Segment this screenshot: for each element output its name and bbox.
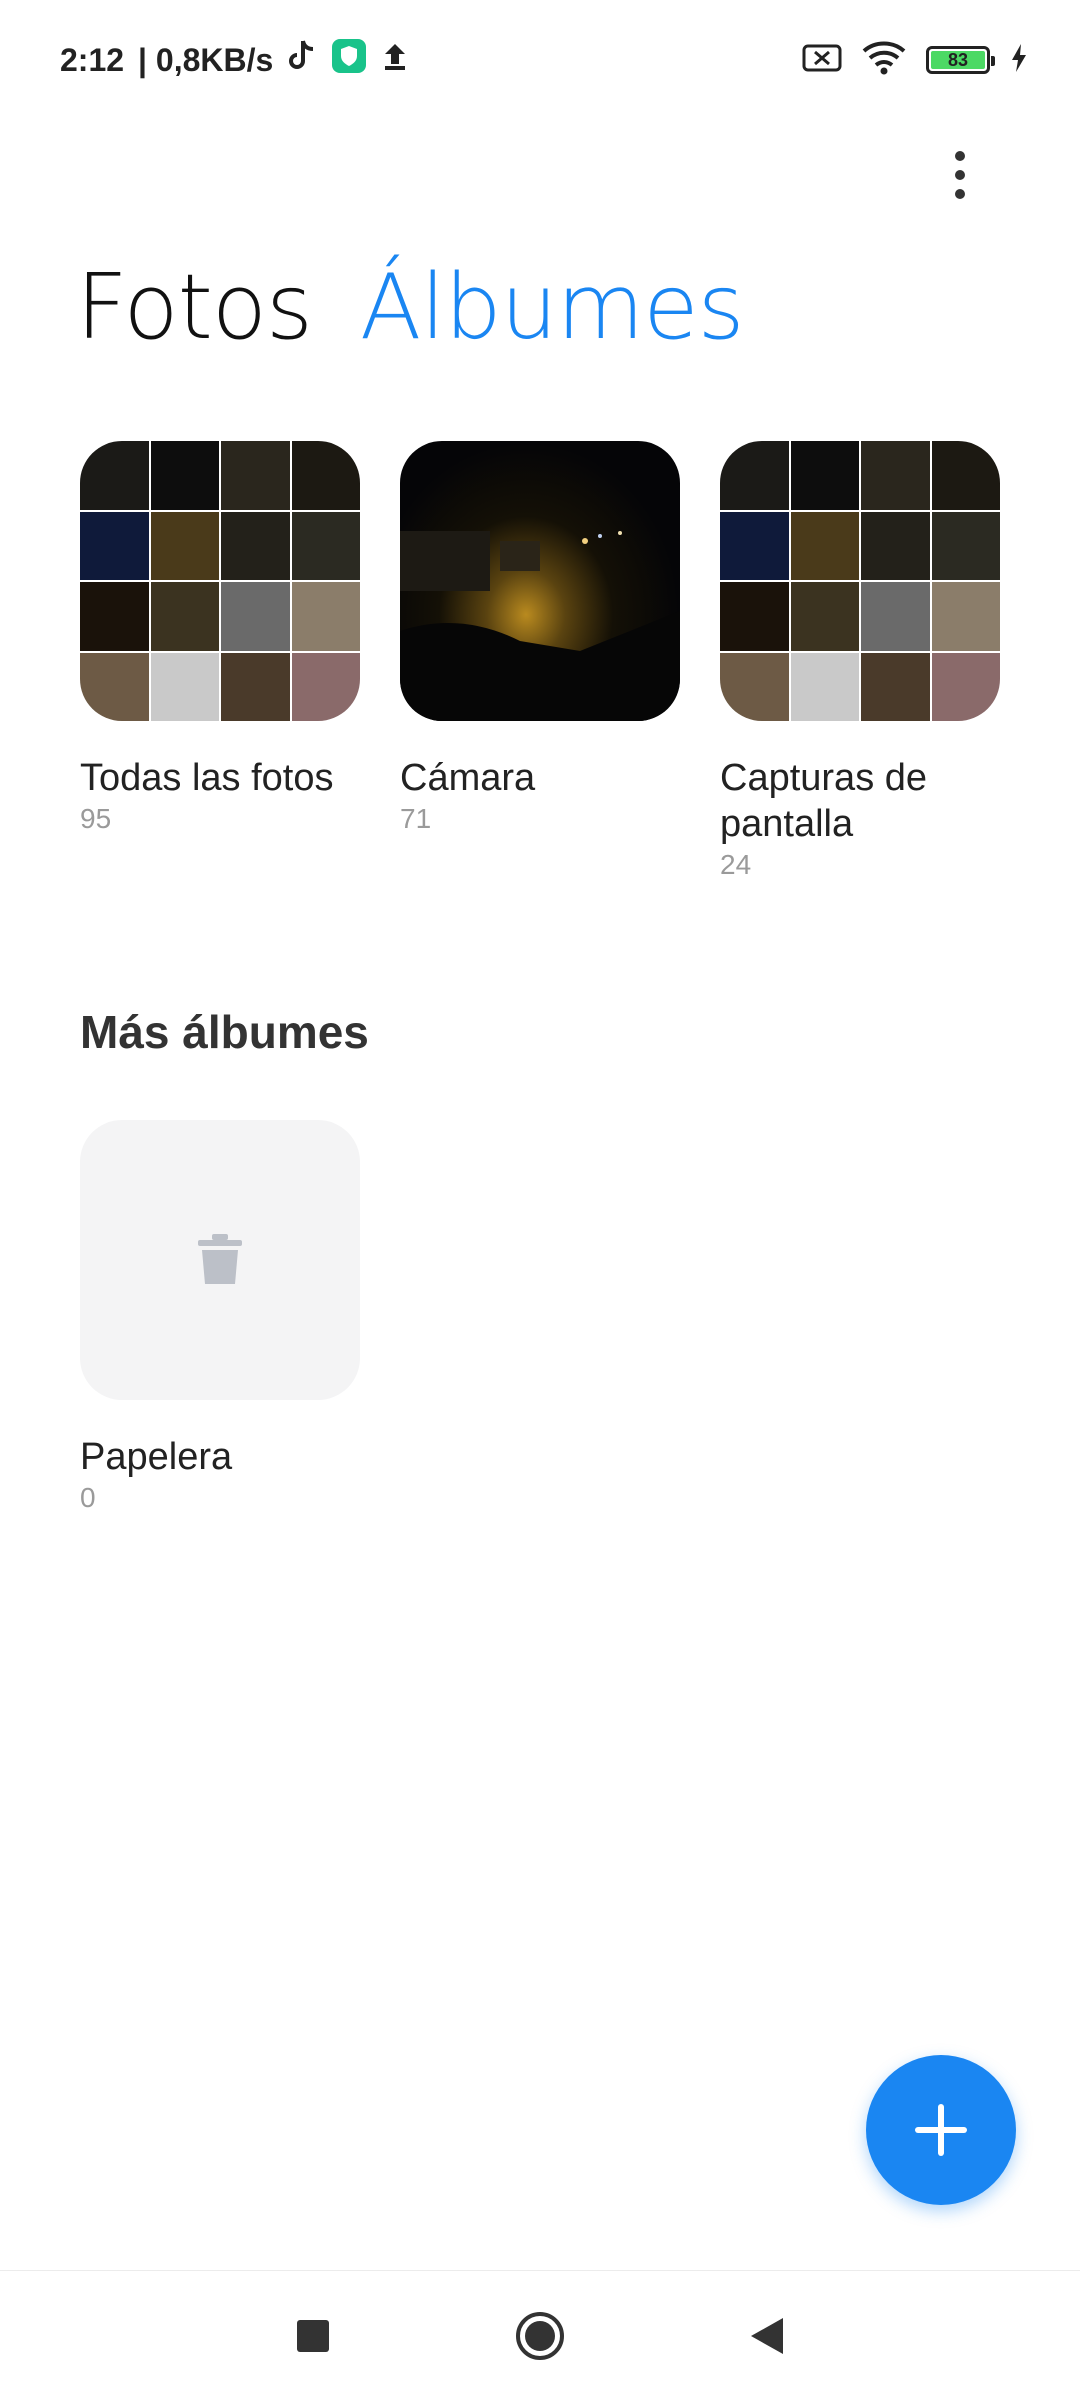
back-button[interactable]	[727, 2296, 807, 2376]
album-grid: Todas las fotos 95 Cámara 71 Capturas de…	[80, 441, 1000, 881]
album-thumbnail	[720, 441, 1000, 721]
charging-icon	[1010, 43, 1028, 78]
battery-level: 83	[931, 50, 985, 70]
tab-photos[interactable]: Fotos	[76, 255, 313, 360]
recents-square-icon	[297, 2319, 330, 2352]
more-options-button[interactable]	[930, 135, 990, 215]
section-title: Más álbumes	[80, 1006, 369, 1058]
status-right: 83	[802, 41, 1028, 80]
status-time: 2:12	[60, 41, 125, 78]
album-count: 71	[400, 803, 432, 834]
battery-icon: 83	[926, 46, 995, 74]
tiktok-icon	[287, 39, 317, 81]
album-title: Capturas de pantalla	[720, 757, 928, 845]
album-title: Cámara	[400, 757, 536, 799]
more-vertical-icon	[955, 151, 965, 199]
album-title: Todas las fotos	[80, 757, 334, 799]
recents-button[interactable]	[273, 2296, 353, 2376]
shield-app-icon	[331, 38, 367, 82]
wifi-icon	[862, 41, 906, 80]
status-bar: 2:12 | 0,8KB/s 83	[0, 0, 1080, 120]
album-thumbnail	[80, 1120, 360, 1400]
tab-albums[interactable]: Álbumes	[360, 255, 745, 360]
status-left: 2:12 | 0,8KB/s	[60, 38, 409, 82]
album-title: Papelera	[80, 1436, 233, 1478]
top-tabs: Fotos Álbumes	[76, 255, 745, 360]
album-thumbnail	[80, 441, 360, 721]
sim-off-icon	[802, 43, 842, 78]
add-album-button[interactable]	[866, 2055, 1016, 2205]
home-circle-icon	[515, 2311, 564, 2360]
trash-icon	[198, 1234, 242, 1284]
album-trash[interactable]: Papelera 0	[80, 1120, 360, 1514]
album-camera[interactable]: Cámara 71	[400, 441, 680, 881]
album-count: 24	[720, 849, 752, 880]
album-count: 95	[80, 803, 112, 834]
home-button[interactable]	[500, 2296, 580, 2376]
gallery-screen: 2:12 | 0,8KB/s 83 Fotos Álbumes Todas la…	[0, 0, 1080, 2400]
system-nav-bar	[0, 2270, 1080, 2400]
album-screenshots[interactable]: Capturas de pantalla 24	[720, 441, 1000, 881]
album-count: 0	[80, 1482, 96, 1513]
back-triangle-icon	[750, 2317, 783, 2354]
album-all-photos[interactable]: Todas las fotos 95	[80, 441, 360, 881]
album-thumbnail	[400, 441, 680, 721]
plus-icon	[915, 2104, 967, 2156]
upload-icon	[381, 40, 409, 80]
network-speed: | 0,8KB/s	[138, 41, 274, 78]
